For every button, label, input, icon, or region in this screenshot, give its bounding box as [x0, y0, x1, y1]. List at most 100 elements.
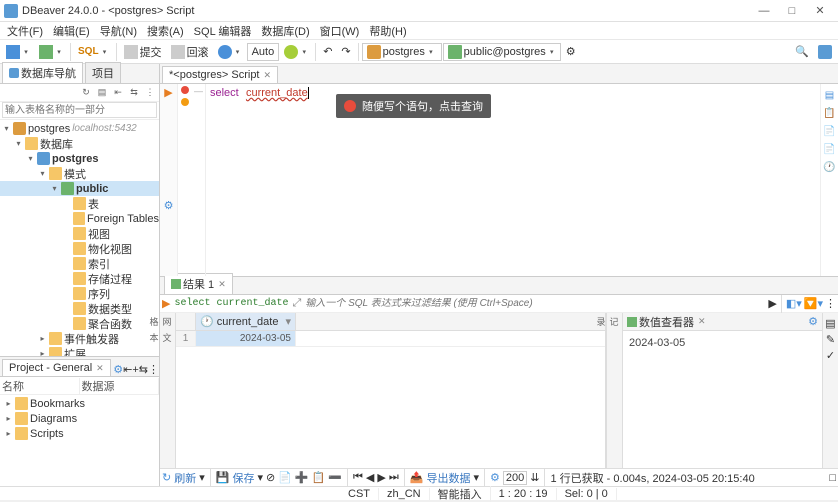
settings-icon[interactable]: ⚙	[164, 199, 174, 212]
edit-icon[interactable]: ✎	[826, 333, 835, 346]
editor-right-toolbar: ▤ 📋 📄 📄 🕐	[820, 84, 838, 276]
last-icon[interactable]: ⏭	[389, 471, 399, 484]
settings-icon[interactable]: ⚙	[808, 315, 818, 328]
sql-editor[interactable]: select current_date 随便写个语句，点击查询	[206, 84, 820, 276]
execute-icon[interactable]: ▶	[162, 297, 170, 310]
table-row[interactable]: 1 2024-03-05	[176, 331, 605, 347]
maximize-button[interactable]: □	[778, 2, 806, 20]
script-icon[interactable]: 📄	[823, 142, 837, 156]
results-tab[interactable]: 结果 1✕	[164, 273, 233, 294]
schema-public[interactable]: ▾public	[0, 181, 159, 196]
menu-window[interactable]: 窗口(W)	[315, 22, 365, 40]
undo-button[interactable]: ↶	[319, 42, 336, 62]
editor-markers	[178, 84, 192, 276]
search-button[interactable]: 🔍	[791, 42, 813, 62]
expand-icon[interactable]: ⤢	[293, 297, 302, 310]
gear-icon[interactable]: ⚙	[113, 363, 123, 376]
menu-sql[interactable]: SQL 编辑器	[189, 22, 257, 40]
save-button[interactable]: 💾	[216, 471, 230, 484]
history-icon[interactable]: 🕐	[823, 160, 837, 174]
export-button[interactable]: 📤	[410, 471, 424, 484]
copy-row-icon[interactable]: 📋	[312, 471, 326, 484]
cancel-icon[interactable]: ⊘	[266, 471, 275, 484]
statusbar: CST zh_CN 智能插入 1 : 20 : 19 Sel: 0 | 0	[0, 486, 838, 500]
menu-database[interactable]: 数据库(D)	[256, 22, 314, 40]
prev-icon[interactable]: ◀	[366, 471, 374, 484]
page-size-input[interactable]: 200	[503, 471, 527, 485]
database-combo[interactable]: public@postgres▾	[443, 43, 561, 61]
autocommit-combo[interactable]: Auto	[247, 43, 280, 61]
grid-tab[interactable]: 网格	[162, 317, 174, 329]
refresh-button[interactable]: ↻	[162, 471, 171, 484]
close-icon[interactable]: ✕	[218, 279, 226, 290]
connection-combo[interactable]: postgres▾	[362, 43, 442, 61]
menu-file[interactable]: 文件(F)	[2, 22, 48, 40]
collapse-icon[interactable]: ⇤	[111, 86, 125, 100]
tab-db-navigator[interactable]: 数据库导航	[2, 62, 83, 83]
refresh-icon[interactable]: ↻	[79, 86, 93, 100]
editor-tab[interactable]: *<postgres> Script✕	[162, 66, 278, 83]
redo-button[interactable]: ↷	[337, 42, 354, 62]
outline-icon[interactable]: ▤	[823, 88, 837, 102]
titlebar: DBeaver 24.0.0 - <postgres> Script — □ ✕	[0, 0, 838, 22]
link-icon[interactable]: ⇆	[139, 363, 148, 376]
menu-edit[interactable]: 编辑(E)	[48, 22, 95, 40]
maximize-icon[interactable]: □	[829, 472, 836, 484]
collapse-icon[interactable]: ⇤	[123, 363, 132, 376]
add-row-icon[interactable]: ➕	[295, 471, 309, 484]
menu-nav[interactable]: 导航(N)	[95, 22, 142, 40]
new-sql-button[interactable]: ▾	[35, 42, 67, 62]
config-icon[interactable]: ⚙	[490, 471, 500, 484]
link-icon[interactable]: ⇆	[127, 86, 141, 100]
sql-editor-button[interactable]: SQL▾	[74, 42, 113, 62]
close-icon[interactable]: ✕	[264, 70, 272, 81]
perspective-button[interactable]	[814, 42, 836, 62]
results-filter-input[interactable]	[305, 298, 764, 309]
menu-icon[interactable]: ⋮	[825, 297, 836, 310]
record-tab[interactable]: 记录	[609, 317, 621, 329]
rollback-button[interactable]: 回滚	[167, 42, 213, 62]
value-viewer-tab[interactable]: 数值查看器	[639, 314, 694, 330]
delete-row-icon[interactable]: ➖	[328, 471, 342, 484]
filter-icon[interactable]: 🔽▾	[804, 297, 823, 310]
main-toolbar: ▾ ▾ SQL▾ 提交 回滚 ▾ Auto ▾ ↶ ↷ postgres▾ pu…	[0, 40, 838, 64]
run-icon[interactable]: ▶	[164, 86, 172, 99]
menu-help[interactable]: 帮助(H)	[364, 22, 411, 40]
apply-icon[interactable]: ✓	[826, 349, 835, 362]
menu-search[interactable]: 搜索(A)	[142, 22, 189, 40]
navigator-toolbar: ↻ ▤ ⇤ ⇆ ⋮	[0, 84, 159, 102]
commit-button[interactable]: 提交	[120, 42, 166, 62]
menu-icon[interactable]: ⋮	[143, 86, 157, 100]
txn-button[interactable]: ▾	[214, 42, 246, 62]
doc-icon[interactable]: 📄	[823, 124, 837, 138]
menu-icon[interactable]: ⋮	[148, 363, 159, 376]
tab-projects[interactable]: 项目	[85, 62, 121, 83]
database-tree[interactable]: ▾postgres localhost:5432 ▾数据库 ▾postgres …	[0, 120, 159, 356]
panels-icon[interactable]: ◧▾	[786, 297, 802, 310]
fetch-icon[interactable]: ⇊	[530, 471, 539, 484]
first-icon[interactable]: ⏮	[353, 471, 363, 484]
text-tab[interactable]: 文本	[162, 333, 174, 345]
app-icon	[4, 4, 18, 18]
view-icon[interactable]: ▤	[825, 317, 835, 330]
new-connection-button[interactable]: ▾	[2, 42, 34, 62]
apply-icon[interactable]: ▶	[768, 297, 776, 310]
corner-cell	[176, 313, 196, 330]
settings-button[interactable]: ⚙	[562, 42, 580, 62]
cell-value[interactable]: 2024-03-05	[196, 331, 296, 346]
timezone: CST	[340, 488, 379, 500]
close-button[interactable]: ✕	[806, 2, 834, 20]
filter-icon[interactable]: ▤	[95, 86, 109, 100]
results-grid[interactable]: 🕐current_date▾ 1 2024-03-05	[176, 313, 606, 468]
hint-tooltip: 随便写个语句，点击查询	[336, 94, 491, 118]
script-icon[interactable]: 📄	[278, 471, 292, 484]
column-header[interactable]: 🕐current_date▾	[196, 313, 296, 330]
close-icon[interactable]: ✕	[96, 363, 104, 374]
tree-filter-input[interactable]	[2, 102, 157, 118]
close-icon[interactable]: ✕	[698, 316, 706, 327]
txn-log-button[interactable]: ▾	[280, 42, 312, 62]
minimize-button[interactable]: —	[750, 2, 778, 20]
tab-project[interactable]: Project - General✕	[2, 359, 111, 376]
vars-icon[interactable]: 📋	[823, 106, 837, 120]
next-icon[interactable]: ▶	[377, 471, 385, 484]
